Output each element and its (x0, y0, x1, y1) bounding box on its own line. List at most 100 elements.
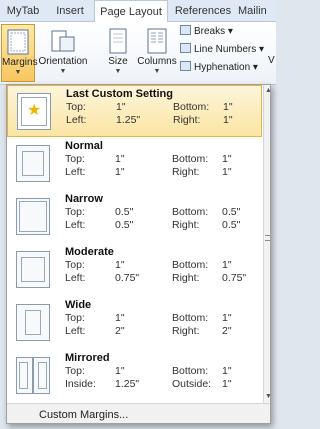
page-margins-icon (16, 198, 50, 235)
line-numbers-icon (180, 43, 191, 53)
top-label: Top: (65, 206, 85, 218)
top-value: 0.5" (115, 206, 134, 218)
top-value: 1" (115, 153, 125, 165)
bottom-value: 1" (222, 312, 232, 324)
margins-preset-list: ★ Last Custom Setting Top: 1" Bottom: 1"… (7, 85, 262, 403)
right-value: 1" (222, 166, 232, 178)
orientation-label: Orientation (38, 56, 88, 67)
right-label: Right: (172, 325, 200, 337)
left-label: Left: (66, 114, 87, 126)
ribbon-tab-bar: MyTab Insert Page Layout References Mail… (0, 0, 276, 23)
inside-value: 1.25" (115, 378, 140, 390)
left-value: 0.5" (115, 219, 134, 231)
bottom-label: Bottom: (173, 101, 210, 113)
line-numbers-button[interactable]: Line Numbers ▾ (180, 42, 264, 58)
scroll-up-icon[interactable]: ▲ (264, 86, 270, 95)
top-label: Top: (65, 365, 85, 377)
margins-dropdown-menu: ★ Last Custom Setting Top: 1" Bottom: 1"… (6, 84, 271, 424)
margin-preset-wide[interactable]: Wide Top: 1" Bottom: 1" Left: 2" Right: … (7, 297, 262, 349)
tab-mailings[interactable]: Mailin (238, 0, 276, 22)
size-button[interactable]: Size ▼ (100, 24, 136, 82)
right-value: 0.5" (222, 219, 241, 231)
right-value: 2" (222, 325, 232, 337)
preset-name: Last Custom Setting (66, 88, 173, 100)
mirrored-pages-icon (33, 357, 50, 394)
right-label: Right: (172, 166, 200, 178)
top-label: Top: (65, 259, 85, 271)
outside-label: Outside: (172, 378, 212, 390)
preset-name: Mirrored (65, 352, 110, 364)
preset-name: Narrow (65, 193, 103, 205)
bottom-label: Bottom: (172, 365, 209, 377)
bottom-value: 1" (222, 365, 232, 377)
size-label: Size (108, 56, 128, 67)
page-margins-icon (16, 251, 50, 288)
margins-label: Margins (2, 57, 38, 68)
custom-margins-label: Custom Margins... (39, 409, 129, 421)
margin-preset-moderate[interactable]: Moderate Top: 1" Bottom: 1" Left: 0.75" … (7, 244, 262, 296)
breaks-button[interactable]: Breaks ▾ (180, 24, 233, 40)
tab-page-layout[interactable]: Page Layout (94, 0, 168, 23)
mirrored-pages-icon (16, 357, 33, 394)
outside-value: 1" (222, 378, 232, 390)
tab-insert[interactable]: Insert (48, 0, 92, 22)
preset-name: Normal (65, 140, 103, 152)
scrollbar[interactable]: ▲ ▼ (263, 85, 270, 403)
margin-preset-mirrored[interactable]: Mirrored Top: 1" Bottom: 1" Inside: 1.25… (7, 350, 262, 402)
bottom-value: 1" (222, 259, 232, 271)
top-label: Top: (65, 312, 85, 324)
right-value: 1" (223, 114, 233, 126)
margins-icon (7, 29, 29, 55)
left-label: Left: (65, 272, 86, 284)
margin-preset-narrow[interactable]: Narrow Top: 0.5" Bottom: 0.5" Left: 0.5"… (7, 191, 262, 243)
inside-label: Inside: (65, 378, 96, 390)
bottom-value: 1" (223, 101, 233, 113)
preset-name: Wide (65, 299, 92, 311)
columns-icon (147, 28, 167, 54)
top-label: Top: (66, 101, 86, 113)
left-label: Left: (65, 166, 86, 178)
orientation-icon (51, 30, 75, 52)
left-value: 2" (115, 325, 125, 337)
right-label: Right: (172, 272, 200, 284)
ribbon-page-setup-group: Margins ▼ Orientation ▼ Size ▼ Columns ▼… (0, 22, 276, 85)
margins-button[interactable]: Margins ▼ (1, 24, 38, 82)
chevron-down-icon: ▼ (153, 68, 161, 75)
top-label: Top: (65, 153, 85, 165)
chevron-down-icon: ▼ (114, 68, 122, 75)
orientation-button[interactable]: Orientation ▼ (37, 24, 89, 82)
columns-label: Columns (137, 56, 177, 67)
chevron-down-icon: ▼ (59, 68, 67, 75)
left-value: 0.75" (115, 272, 140, 284)
right-value: 0.75" (222, 272, 247, 284)
top-value: 1" (115, 259, 125, 271)
margin-preset-normal[interactable]: Normal Top: 1" Bottom: 1" Left: 1" Right… (7, 138, 262, 190)
bottom-value: 0.5" (222, 206, 241, 218)
page-margins-icon (16, 304, 50, 341)
preset-name: Moderate (65, 246, 114, 258)
bottom-value: 1" (222, 153, 232, 165)
top-value: 1" (115, 365, 125, 377)
scroll-down-icon[interactable]: ▼ (264, 392, 270, 401)
tab-mytab[interactable]: MyTab (0, 0, 46, 22)
top-value: 1" (116, 101, 126, 113)
custom-margins-button[interactable]: Custom Margins... (7, 403, 270, 423)
right-label: Right: (173, 114, 201, 126)
left-label: Left: (65, 325, 86, 337)
chevron-down-icon: ▼ (14, 69, 22, 76)
margin-preset-last-custom[interactable]: ★ Last Custom Setting Top: 1" Bottom: 1"… (7, 85, 262, 137)
bottom-label: Bottom: (172, 312, 209, 324)
hyphenation-button[interactable]: Hyphenation ▾ (180, 60, 258, 76)
left-value: 1" (115, 166, 125, 178)
truncated-ribbon-text: V (268, 55, 275, 66)
page-margins-icon (16, 145, 50, 182)
scroll-grip-icon[interactable] (265, 235, 270, 241)
left-value: 1.25" (116, 114, 141, 126)
bottom-label: Bottom: (172, 206, 209, 218)
left-label: Left: (65, 219, 86, 231)
columns-button[interactable]: Columns ▼ (136, 24, 178, 82)
right-label: Right: (172, 219, 200, 231)
bottom-label: Bottom: (172, 153, 209, 165)
tab-references[interactable]: References (172, 0, 234, 22)
top-value: 1" (115, 312, 125, 324)
